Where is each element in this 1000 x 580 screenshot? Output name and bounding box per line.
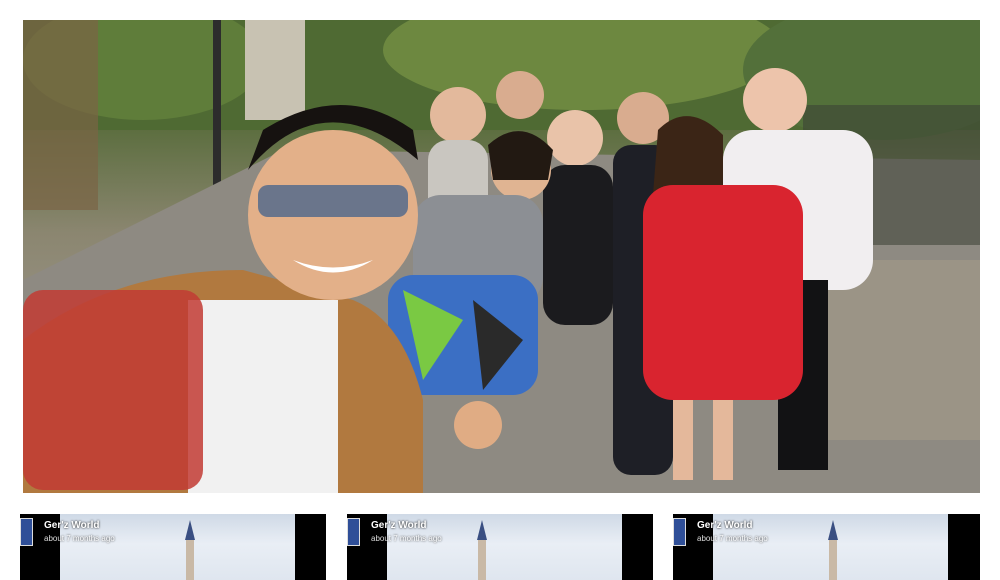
post-time[interactable]: about 7 months ago — [44, 534, 115, 543]
post-time[interactable]: about 7 months ago — [697, 534, 768, 543]
post-thumbnail-3[interactable]: Ger'z World about 7 months ago — [673, 514, 980, 580]
castle-icon — [185, 520, 195, 580]
post-thumbnail-1[interactable]: Ger'z World about 7 months ago — [20, 514, 326, 580]
poster-name[interactable]: Ger'z World — [44, 520, 100, 531]
castle-icon — [828, 520, 838, 580]
avatar-icon[interactable] — [673, 518, 686, 546]
group-selfie-illustration — [23, 20, 980, 493]
main-photo[interactable] — [23, 20, 980, 493]
castle-icon — [477, 520, 487, 580]
avatar-icon[interactable] — [347, 518, 360, 546]
poster-name[interactable]: Ger'z World — [697, 520, 753, 531]
post-thumbnail-2[interactable]: Ger'z World about 7 months ago — [347, 514, 653, 580]
poster-name[interactable]: Ger'z World — [371, 520, 427, 531]
avatar-icon[interactable] — [20, 518, 33, 546]
post-time[interactable]: about 7 months ago — [371, 534, 442, 543]
